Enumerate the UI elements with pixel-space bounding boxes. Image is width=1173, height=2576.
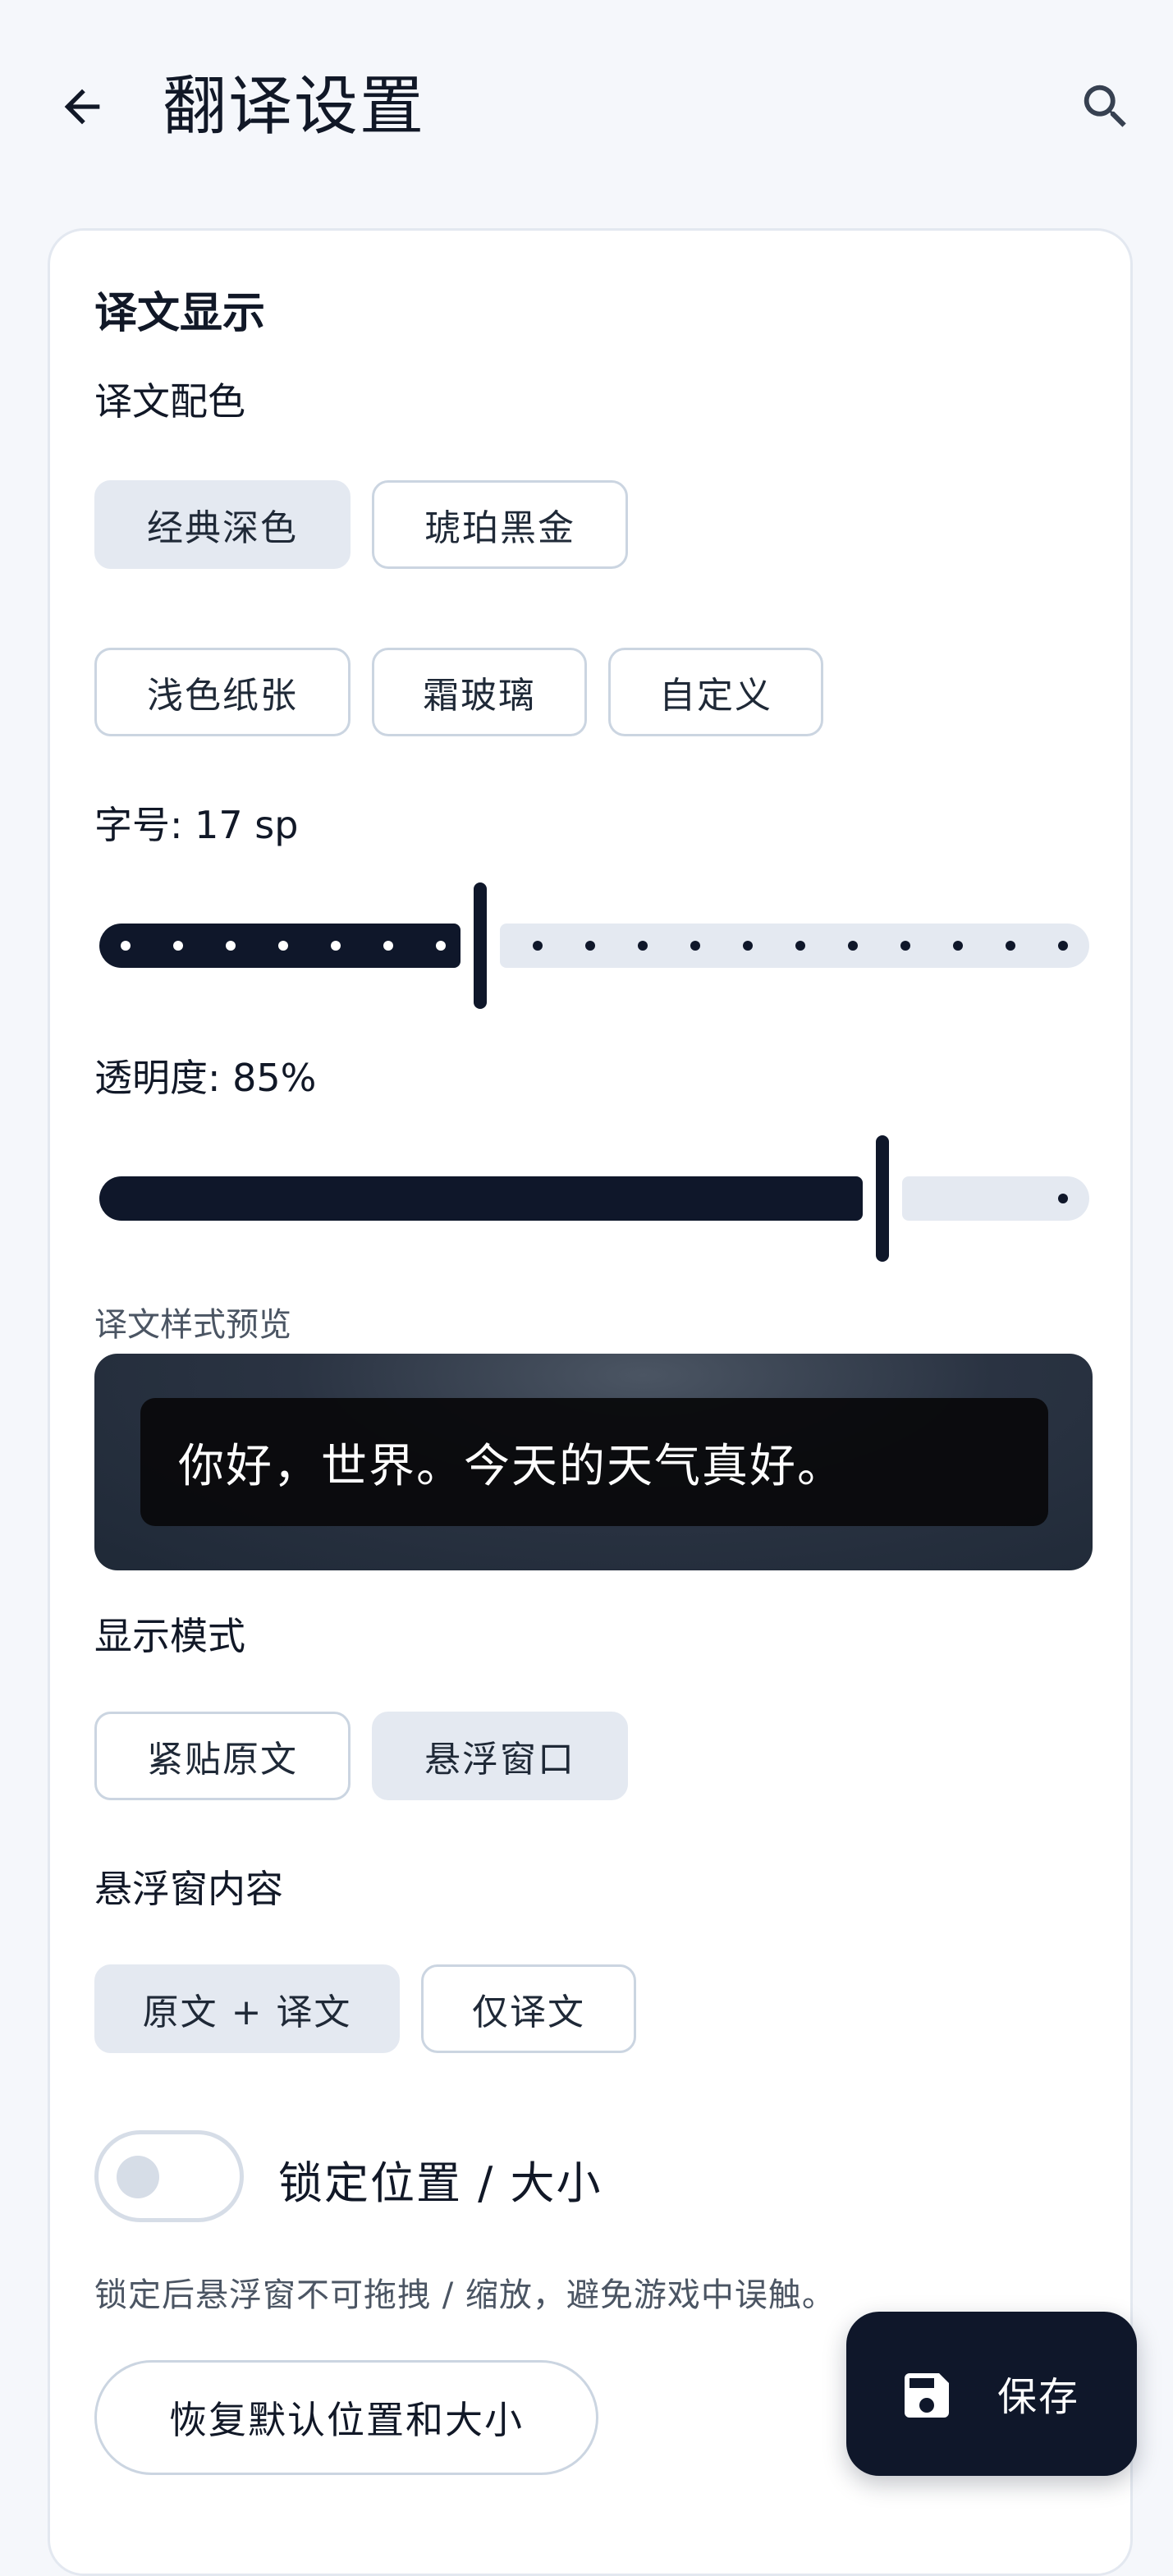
reset-default-button[interactable]: 恢复默认位置和大小 [94,2360,598,2475]
tick-dot [226,941,236,951]
tick-dot [900,941,910,951]
tick-dot [1058,1194,1068,1203]
chip-classic-dark[interactable]: 经典深色 [94,480,351,569]
tick-dot [383,941,393,951]
display-mode-label: 显示模式 [94,1614,245,1658]
search-icon [1084,85,1126,127]
tick-dot [953,941,963,951]
chip-floating-window[interactable]: 悬浮窗口 [372,1712,628,1800]
tick-dot [1058,941,1068,951]
lock-hint: 锁定后悬浮窗不可拖拽 / 缩放，避免游戏中误触。 [94,2276,836,2314]
tick-dot [278,941,288,951]
tick-dot [331,941,341,951]
back-button[interactable] [43,67,121,146]
chip-custom[interactable]: 自定义 [608,648,823,736]
tick-dot [638,941,648,951]
chip-original-plus-translation[interactable]: 原文 + 译文 [94,1964,400,2053]
tick-dot [1006,941,1015,951]
lock-toggle[interactable] [94,2130,244,2222]
opacity-slider[interactable] [99,1135,1089,1262]
chip-attach-original[interactable]: 紧贴原文 [94,1712,351,1800]
font-size-thumb[interactable] [474,882,487,1009]
save-label: 保存 [997,2374,1080,2420]
tick-dot [436,941,446,951]
save-icon [905,2373,949,2418]
chip-amber-black-gold[interactable]: 琥珀黑金 [372,480,628,569]
float-content-label: 悬浮窗内容 [94,1867,283,1911]
font-size-slider[interactable] [99,882,1089,1009]
color-scheme-label: 译文配色 [94,379,245,424]
arrow-left-icon [64,89,100,125]
translation-display-card: 译文显示 译文配色 经典深色 琥珀黑金 浅色纸张 霜玻璃 自定义 字号: 17 … [48,228,1133,2576]
opacity-thumb[interactable] [876,1135,889,1262]
tick-dot [690,941,700,951]
search-button[interactable] [1066,67,1145,146]
tick-dot [743,941,753,951]
tick-dot [533,941,543,951]
tick-dot [848,941,858,951]
chip-translation-only[interactable]: 仅译文 [421,1964,636,2053]
top-app-bar: 翻译设置 [0,0,1173,213]
preview-text: 你好，世界。今天的天气真好。 [178,1439,845,1493]
tick-dot [173,941,183,951]
style-preview: 你好，世界。今天的天气真好。 [94,1354,1093,1570]
font-size-label: 字号: 17 sp [94,803,299,847]
chip-light-paper[interactable]: 浅色纸张 [94,648,351,736]
section-title: 译文显示 [94,289,266,338]
opacity-label: 透明度: 85% [94,1056,317,1100]
tick-dot [585,941,595,951]
preview-text-box: 你好，世界。今天的天气真好。 [140,1398,1048,1526]
chip-frosted-glass[interactable]: 霜玻璃 [372,648,587,736]
toggle-knob [117,2156,159,2198]
page-title: 翻译设置 [163,70,426,144]
tick-dot [795,941,805,951]
tick-dot [121,941,131,951]
opacity-track-active [99,1176,863,1221]
preview-label: 译文样式预览 [94,1306,291,1344]
lock-toggle-label: 锁定位置 / 大小 [278,2157,603,2209]
save-fab[interactable]: 保存 [846,2312,1137,2476]
